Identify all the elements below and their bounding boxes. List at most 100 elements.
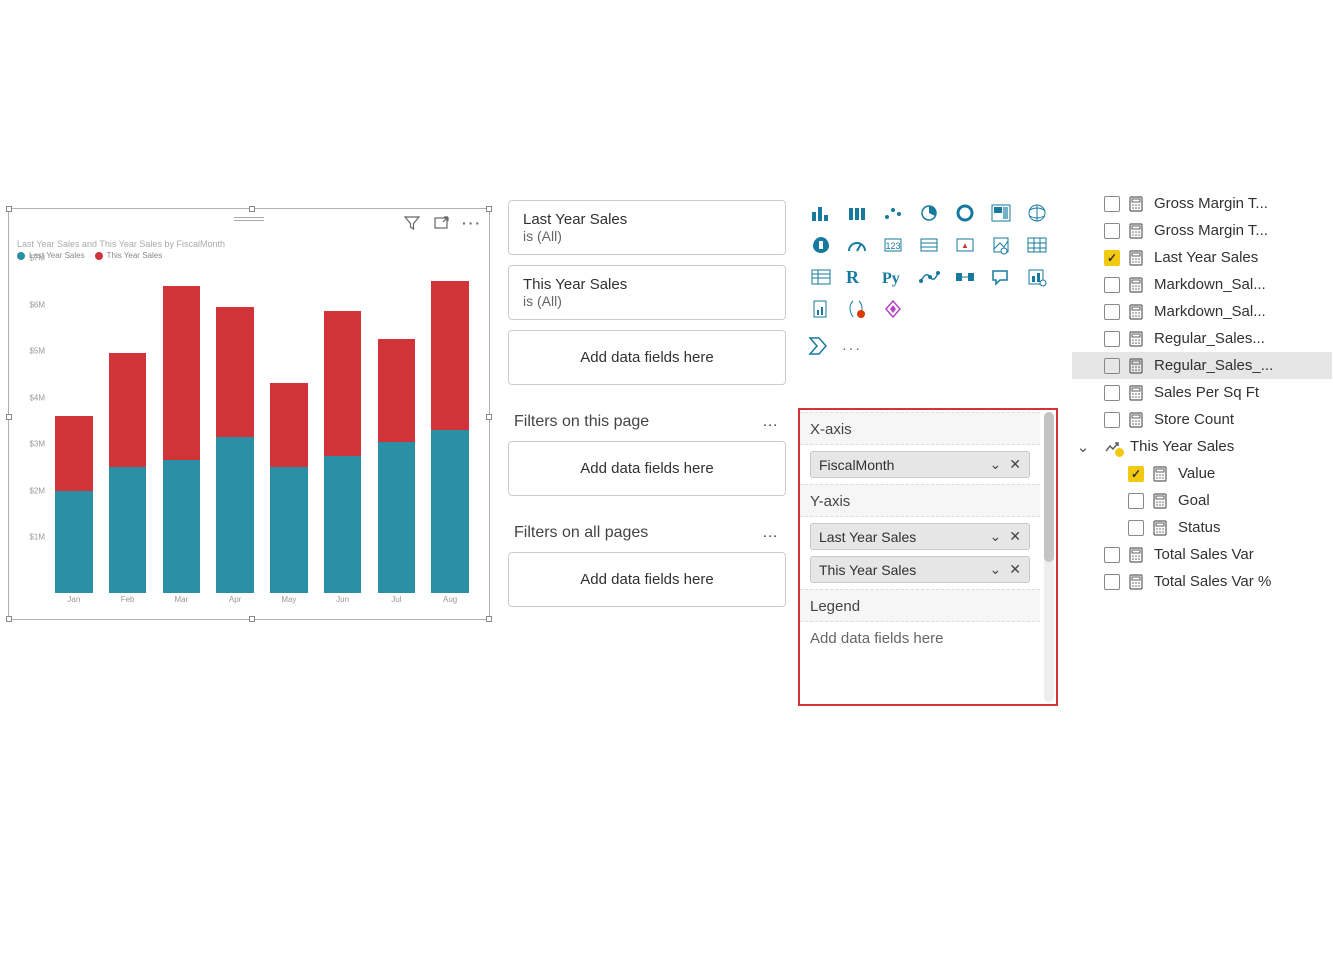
field-checkbox[interactable]	[1104, 250, 1120, 266]
field-item[interactable]: Gross Margin T...	[1072, 217, 1332, 244]
scrollbar-thumb[interactable]	[1044, 412, 1054, 562]
remove-field-icon[interactable]: ✕	[1009, 528, 1021, 545]
page-filter-dropzone[interactable]: Add data fields here	[508, 441, 786, 496]
more-options-icon[interactable]: ···	[463, 214, 481, 232]
field-item[interactable]: Regular_Sales_...	[1072, 352, 1332, 379]
field-item[interactable]: Total Sales Var %	[1072, 568, 1332, 595]
bar-segment-last-year[interactable]	[109, 467, 147, 593]
page-filters-header[interactable]: Filters on this page …	[508, 395, 786, 441]
field-checkbox[interactable]	[1104, 331, 1120, 347]
field-item[interactable]: Regular_Sales...	[1072, 325, 1332, 352]
chevron-down-icon[interactable]: ⌄	[990, 456, 1002, 473]
viz-type-table[interactable]	[1022, 232, 1052, 258]
expand-chevron-icon[interactable]: ⌄	[1076, 438, 1090, 456]
wells-scrollbar[interactable]	[1044, 412, 1054, 702]
bar-segment-this-year[interactable]	[55, 416, 93, 491]
bar-column[interactable]	[316, 267, 370, 593]
viz-type-r-visual[interactable]: R	[842, 264, 872, 290]
visual-filter-card[interactable]: This Year Sales is (All)	[508, 265, 786, 320]
viz-type-pie[interactable]	[914, 200, 944, 226]
viz-type-donut[interactable]	[950, 200, 980, 226]
bar-column[interactable]	[101, 267, 155, 593]
viz-type-multi-row-card[interactable]	[914, 232, 944, 258]
bar-segment-last-year[interactable]	[55, 491, 93, 593]
viz-type-powerapps[interactable]	[878, 296, 908, 322]
bar-column[interactable]	[423, 267, 477, 593]
field-item[interactable]: Total Sales Var	[1072, 541, 1332, 568]
more-visuals-icon[interactable]: ···	[842, 340, 862, 356]
viz-type-smart-narrative[interactable]	[1022, 264, 1052, 290]
viz-type-python-visual[interactable]: Py	[878, 264, 908, 290]
bar-segment-this-year[interactable]	[163, 286, 201, 461]
viz-type-slicer[interactable]	[986, 232, 1016, 258]
chart-body[interactable]: $1M$2M$3M$4M$5M$6M$7M JanFebMarAprMayJun…	[17, 267, 481, 611]
bar-segment-last-year[interactable]	[378, 442, 416, 593]
bar-segment-this-year[interactable]	[270, 383, 308, 467]
field-item[interactable]: Markdown_Sal...	[1072, 298, 1332, 325]
legend-dropzone[interactable]: Add data fields here	[800, 622, 1040, 655]
focus-mode-icon[interactable]	[433, 214, 451, 232]
resize-handle[interactable]	[6, 414, 12, 420]
viz-type-paginated[interactable]	[806, 296, 836, 322]
visual-filter-card[interactable]: Last Year Sales is (All)	[508, 200, 786, 255]
all-pages-filters-header[interactable]: Filters on all pages …	[508, 506, 786, 552]
bar-segment-this-year[interactable]	[109, 353, 147, 467]
xaxis-field-pill[interactable]: FiscalMonth ⌄ ✕	[810, 451, 1030, 478]
power-automate-icon[interactable]	[808, 336, 830, 359]
bar-column[interactable]	[155, 267, 209, 593]
field-checkbox[interactable]	[1104, 547, 1120, 563]
resize-handle[interactable]	[486, 414, 492, 420]
viz-type-scatter[interactable]	[878, 200, 908, 226]
field-checkbox[interactable]	[1128, 520, 1144, 536]
bar-column[interactable]	[208, 267, 262, 593]
field-checkbox[interactable]	[1104, 277, 1120, 293]
bar-segment-last-year[interactable]	[163, 460, 201, 593]
field-item[interactable]: Store Count	[1072, 406, 1332, 433]
bar-segment-last-year[interactable]	[216, 437, 254, 593]
viz-type-card[interactable]: 123	[878, 232, 908, 258]
drag-handle-icon[interactable]	[234, 217, 264, 221]
bar-segment-this-year[interactable]	[324, 311, 362, 455]
field-item[interactable]: Markdown_Sal...	[1072, 271, 1332, 298]
field-checkbox[interactable]	[1104, 412, 1120, 428]
bar-column[interactable]	[262, 267, 316, 593]
field-checkbox[interactable]	[1128, 466, 1144, 482]
viz-type-gauge[interactable]	[842, 232, 872, 258]
bar-column[interactable]	[47, 267, 101, 593]
field-item[interactable]: Last Year Sales	[1072, 244, 1332, 271]
viz-type-matrix[interactable]	[806, 264, 836, 290]
bar-segment-last-year[interactable]	[431, 430, 469, 593]
resize-handle[interactable]	[6, 616, 12, 622]
field-checkbox[interactable]	[1128, 493, 1144, 509]
viz-type-kpi[interactable]: ▲	[950, 232, 980, 258]
more-icon[interactable]: …	[762, 524, 780, 542]
bar-segment-this-year[interactable]	[216, 307, 254, 437]
resize-handle[interactable]	[486, 616, 492, 622]
report-canvas[interactable]: ··· Last Year Sales and This Year Sales …	[0, 200, 498, 630]
viz-type-stacked-bar[interactable]	[842, 200, 872, 226]
bar-column[interactable]	[370, 267, 424, 593]
yaxis-field-pill[interactable]: This Year Sales ⌄ ✕	[810, 556, 1030, 583]
bar-segment-this-year[interactable]	[431, 281, 469, 430]
viz-type-filled-map[interactable]	[806, 232, 836, 258]
viz-type-key-influencers[interactable]	[914, 264, 944, 290]
field-item[interactable]: Gross Margin T...	[1072, 190, 1332, 217]
field-checkbox[interactable]	[1104, 223, 1120, 239]
viz-type-qa-visual[interactable]	[986, 264, 1016, 290]
yaxis-field-pill[interactable]: Last Year Sales ⌄ ✕	[810, 523, 1030, 550]
field-item[interactable]: Sales Per Sq Ft	[1072, 379, 1332, 406]
field-item[interactable]: Status	[1072, 514, 1332, 541]
visual-filter-dropzone[interactable]: Add data fields here	[508, 330, 786, 385]
bar-segment-this-year[interactable]	[378, 339, 416, 441]
viz-type-stacked-column[interactable]	[806, 200, 836, 226]
viz-type-arcgis[interactable]	[842, 296, 872, 322]
field-checkbox[interactable]	[1104, 358, 1120, 374]
field-checkbox[interactable]	[1104, 304, 1120, 320]
field-checkbox[interactable]	[1104, 574, 1120, 590]
remove-field-icon[interactable]: ✕	[1009, 456, 1021, 473]
resize-handle[interactable]	[249, 616, 255, 622]
field-item[interactable]: Value	[1072, 460, 1332, 487]
bar-segment-last-year[interactable]	[270, 467, 308, 593]
viz-type-decomposition-tree[interactable]	[950, 264, 980, 290]
bar-segment-last-year[interactable]	[324, 456, 362, 593]
